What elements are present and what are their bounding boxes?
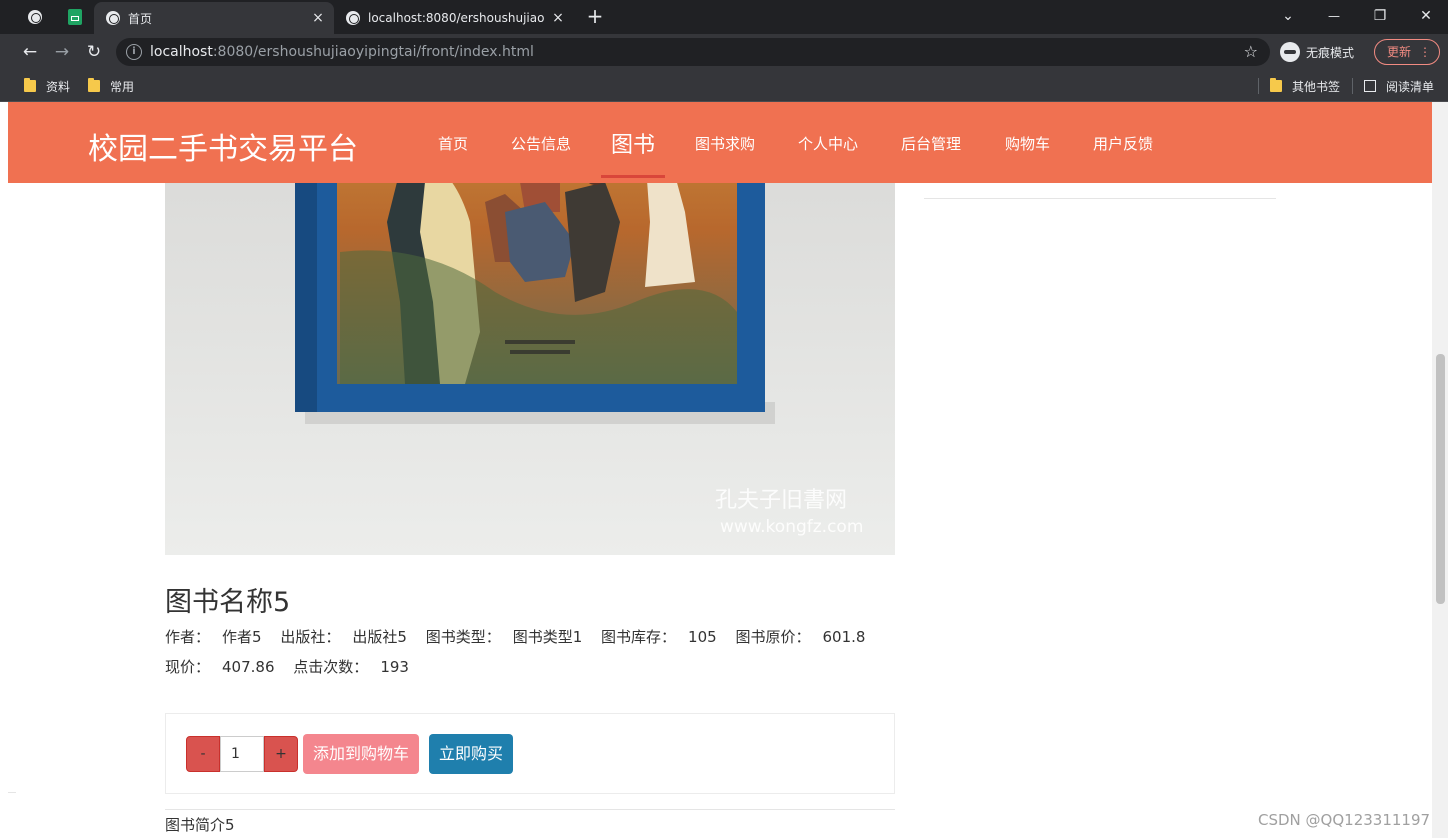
image-watermark-cn: 孔夫子旧書网 — [715, 488, 847, 513]
new-tab-button[interactable]: + — [584, 5, 606, 27]
quantity-increase-button[interactable]: + — [264, 736, 298, 772]
close-tab-icon[interactable]: × — [550, 10, 566, 26]
publisher-field: 出版社： 出版社5 — [280, 628, 407, 646]
folder-icon — [1270, 78, 1282, 92]
tab-localhost[interactable]: localhost:8080/ershoushujiaoy × — [334, 2, 574, 34]
image-watermark-url: www.kongfz.com — [720, 517, 863, 537]
pinned-tab-sheets-icon[interactable] — [64, 6, 86, 28]
incognito-icon — [1280, 42, 1300, 62]
browser-tab-strip: 首页 × localhost:8080/ershoushujiaoy × + ⌄… — [0, 0, 1448, 34]
site-info-icon[interactable]: i — [126, 44, 142, 60]
tab-search-icon[interactable]: ⌄ — [1276, 4, 1300, 28]
quantity-input[interactable]: 1 — [220, 736, 264, 772]
divider — [8, 792, 16, 793]
book-meta-row-1: 作者： 作者5 出版社： 出版社5 图书类型： 图书类型1 图书库存： 105 图书原价… — [165, 626, 879, 647]
close-window-button[interactable]: ✕ — [1414, 4, 1438, 28]
bookmark-star-icon[interactable]: ☆ — [1244, 42, 1258, 61]
close-tab-icon[interactable]: × — [310, 10, 326, 26]
author-field: 作者： 作者5 — [165, 628, 262, 646]
forward-button[interactable]: → — [50, 40, 74, 64]
bookmarks-divider — [1258, 78, 1259, 94]
tab-home[interactable]: 首页 × — [94, 2, 334, 34]
book-meta-row-2: 现价： 407.86 点击次数： 193 — [165, 656, 423, 677]
nav-active-indicator — [601, 175, 665, 178]
nav-announcements[interactable]: 公告信息 — [511, 133, 571, 154]
add-to-cart-button[interactable]: 添加到购物车 — [303, 734, 419, 774]
nav-home[interactable]: 首页 — [438, 133, 468, 154]
sidebar-divider — [924, 198, 1276, 199]
page-viewport: 孔夫子旧書网 www.kongfz.com 校园二手书交易平台 首页 公告信息 … — [8, 102, 1432, 838]
nav-books[interactable]: 图书 — [611, 127, 655, 159]
url-text[interactable]: localhost:8080/ershoushujiaoyipingtai/fr… — [150, 44, 534, 60]
purchase-panel: - 1 + 添加到购物车 立即购买 — [165, 713, 895, 794]
nav-cart[interactable]: 购物车 — [1005, 133, 1050, 154]
folder-icon — [88, 78, 100, 92]
tab-label: localhost:8080/ershoushujiaoy — [368, 11, 544, 25]
reload-button[interactable]: ↻ — [82, 40, 106, 64]
incognito-label: 无痕模式 — [1306, 45, 1355, 60]
book-type-field: 图书类型： 图书类型1 — [425, 628, 583, 646]
scrollbar-thumb[interactable] — [1436, 354, 1445, 604]
bookmarks-bar: 资料 常用 其他书签 阅读清单 — [0, 70, 1448, 102]
reading-list-button[interactable]: 阅读清单 — [1364, 77, 1434, 95]
bookmark-folder-ziliao[interactable]: 资料 — [24, 77, 70, 95]
pinned-tab-globe-icon[interactable] — [24, 6, 46, 28]
menu-icon[interactable]: ⋮ — [1419, 40, 1431, 64]
nav-admin[interactable]: 后台管理 — [901, 133, 961, 154]
folder-icon — [24, 78, 36, 92]
bookmarks-divider — [1352, 78, 1353, 94]
nav-personal-center[interactable]: 个人中心 — [798, 133, 858, 154]
csdn-watermark: CSDN @QQ123311197 — [1258, 811, 1431, 829]
browser-toolbar: ← → ↻ i localhost:8080/ershoushujiaoyipi… — [0, 34, 1448, 70]
incognito-indicator[interactable]: 无痕模式 — [1280, 40, 1354, 64]
back-button[interactable]: ← — [18, 40, 42, 64]
reading-list-icon — [1364, 80, 1376, 92]
bookmark-folder-changyong[interactable]: 常用 — [88, 77, 134, 95]
nav-book-requests[interactable]: 图书求购 — [695, 133, 755, 154]
original-price-field: 图书原价： 601.8 — [735, 628, 866, 646]
restore-button[interactable]: ❐ — [1368, 4, 1392, 28]
stock-field: 图书库存： 105 — [601, 628, 717, 646]
nav-feedback[interactable]: 用户反馈 — [1093, 133, 1153, 154]
book-title: 图书名称5 — [165, 587, 291, 618]
globe-icon — [106, 11, 120, 25]
site-header: 校园二手书交易平台 首页 公告信息 图书 图书求购 个人中心 后台管理 购物车 … — [8, 102, 1432, 183]
current-price-field: 现价： 407.86 — [165, 658, 275, 676]
buy-now-button[interactable]: 立即购买 — [429, 734, 513, 774]
page-scrollbar[interactable] — [1432, 102, 1448, 838]
bookmark-folder-other[interactable]: 其他书签 — [1270, 77, 1340, 95]
minimize-button[interactable]: — — [1322, 4, 1346, 28]
address-bar[interactable]: i localhost:8080/ershoushujiaoyipingtai/… — [116, 38, 1270, 66]
globe-icon — [346, 11, 360, 25]
update-button[interactable]: 更新 ⋮ — [1374, 39, 1440, 65]
site-title[interactable]: 校园二手书交易平台 — [88, 124, 358, 168]
description-divider — [165, 809, 895, 810]
click-count-field: 点击次数： 193 — [293, 658, 409, 676]
tab-label: 首页 — [128, 11, 153, 26]
quantity-decrease-button[interactable]: - — [186, 736, 220, 772]
book-description: 图书简介5 — [165, 816, 235, 834]
